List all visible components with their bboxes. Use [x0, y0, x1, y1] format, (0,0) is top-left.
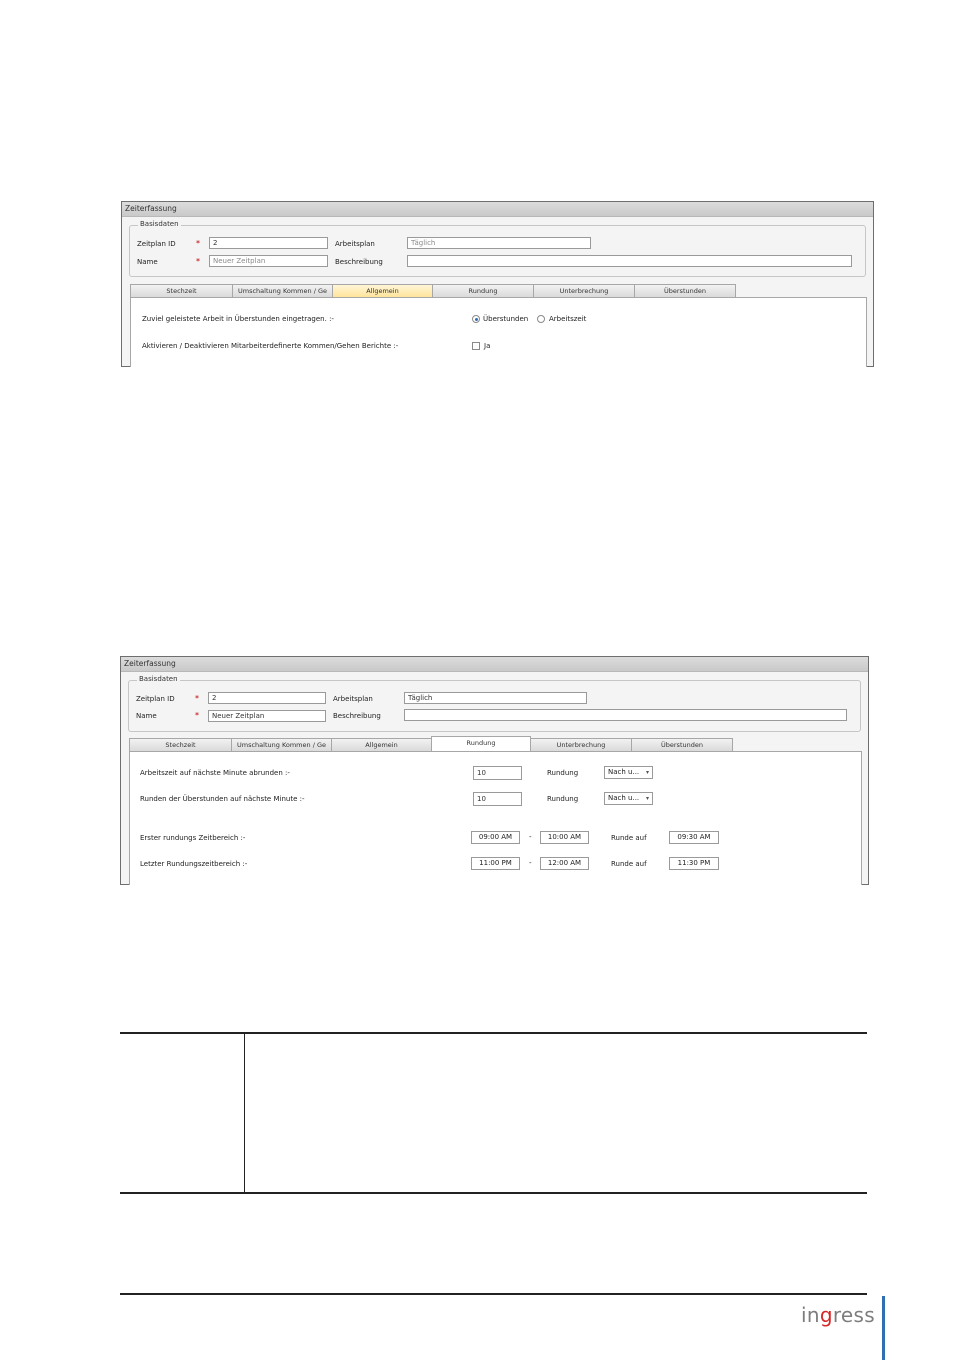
name-field[interactable]: Neuer Zeitplan: [209, 255, 328, 267]
erster-bis-time[interactable]: 10:00 AM: [540, 831, 589, 844]
required-mark: *: [195, 711, 199, 720]
tab-umschaltung[interactable]: Umschaltung Kommen / Ge: [231, 738, 332, 751]
group-legend: Basisdaten: [137, 675, 180, 683]
rundung-label: Rundung: [547, 795, 579, 803]
zeitplan-id-label: Zeitplan ID: [137, 240, 176, 248]
name-field[interactable]: Neuer Zeitplan: [208, 710, 326, 722]
rundung-dropdown-value: Nach u...: [608, 768, 640, 776]
tab-unterbrechung[interactable]: Unterbrechung: [530, 738, 632, 751]
arbeitsplan-field[interactable]: Täglich: [407, 237, 591, 249]
name-label: Name: [136, 712, 157, 720]
rundung-label: Rundung: [547, 769, 579, 777]
tab-stechzeit[interactable]: Stechzeit: [129, 738, 232, 751]
logo-accent: g: [819, 1303, 833, 1327]
erster-zeitbereich-label: Erster rundungs Zeitbereich :-: [140, 834, 246, 842]
beschreibung-field[interactable]: [404, 709, 847, 721]
runde-auf-label: Runde auf: [611, 834, 647, 842]
tab-ueberstunden[interactable]: Überstunden: [631, 738, 733, 751]
zeitplan-id-label: Zeitplan ID: [136, 695, 175, 703]
ja-checkbox-label[interactable]: Ja: [484, 342, 490, 350]
letzter-zeitbereich-label: Letzter Rundungszeitbereich :-: [140, 860, 248, 868]
ueberstunden-runden-label: Runden der Überstunden auf nächste Minut…: [140, 795, 305, 803]
zeiterfassung-panel-allgemein: Zeiterfassung Basisdaten Zeitplan ID * 2…: [121, 201, 874, 367]
ingress-logo: ingress: [801, 1303, 875, 1327]
tab-bar: Stechzeit Umschaltung Kommen / Ge Allgem…: [130, 284, 740, 297]
basisdaten-group: Basisdaten: [129, 220, 866, 277]
ueberstunden-minute-field[interactable]: 10: [473, 792, 522, 806]
chevron-down-icon: ▾: [645, 795, 649, 802]
tab-allgemein[interactable]: Allgemein: [331, 738, 432, 751]
arbeitsplan-field[interactable]: Täglich: [404, 692, 587, 704]
range-separator: -: [529, 859, 532, 867]
required-mark: *: [196, 257, 200, 266]
erster-von-time[interactable]: 09:00 AM: [471, 831, 520, 844]
ja-checkbox[interactable]: [472, 342, 480, 350]
arbeitszeit-abrunden-label: Arbeitszeit auf nächste Minute abrunden …: [140, 769, 290, 777]
rundung-dropdown-value: Nach u...: [608, 794, 640, 802]
footer-accent-bar: [882, 1296, 885, 1360]
radio-ueberstunden[interactable]: [472, 315, 480, 323]
basisdaten-group: Basisdaten: [128, 675, 861, 732]
tab-rundung[interactable]: Rundung: [432, 284, 534, 297]
rundung-dropdown[interactable]: Nach u... ▾: [604, 792, 653, 805]
letzter-von-time[interactable]: 11:00 PM: [471, 857, 520, 870]
logo-text: in: [801, 1303, 820, 1327]
beschreibung-label: Beschreibung: [333, 712, 381, 720]
table-column-divider: [244, 1034, 245, 1192]
arbeitsplan-label: Arbeitsplan: [335, 240, 375, 248]
beschreibung-field[interactable]: [407, 255, 852, 267]
logo-text: ress: [832, 1303, 875, 1327]
zeiterfassung-panel-rundung: Zeiterfassung Basisdaten Zeitplan ID * 2…: [120, 656, 869, 885]
table-bottom-rule: [120, 1192, 867, 1194]
tab-allgemein[interactable]: Allgemein: [332, 284, 433, 297]
panel-title: Zeiterfassung: [122, 202, 873, 217]
table-top-rule: [120, 1032, 867, 1034]
tab-umschaltung[interactable]: Umschaltung Kommen / Ge: [232, 284, 333, 297]
tab-unterbrechung[interactable]: Unterbrechung: [533, 284, 635, 297]
zeitplan-id-field[interactable]: 2: [208, 692, 326, 704]
letzter-bis-time[interactable]: 12:00 AM: [540, 857, 589, 870]
radio-ueberstunden-label[interactable]: Überstunden: [483, 315, 528, 323]
rundung-dropdown[interactable]: Nach u... ▾: [604, 766, 653, 779]
arbeitsplan-label: Arbeitsplan: [333, 695, 373, 703]
required-mark: *: [195, 694, 199, 703]
tab-content-allgemein: Zuviel geleistete Arbeit in Überstunden …: [130, 297, 867, 367]
name-label: Name: [137, 258, 158, 266]
group-legend: Basisdaten: [138, 220, 181, 228]
footer-rule: [120, 1293, 867, 1295]
beschreibung-label: Beschreibung: [335, 258, 383, 266]
tab-ueberstunden[interactable]: Überstunden: [634, 284, 736, 297]
letzter-runde-auf-time[interactable]: 11:30 PM: [669, 857, 719, 870]
tab-content-rundung: Arbeitszeit auf nächste Minute abrunden …: [129, 751, 862, 885]
runde-auf-label: Runde auf: [611, 860, 647, 868]
arbeitszeit-minute-field[interactable]: 10: [473, 766, 522, 780]
radio-arbeitszeit-label[interactable]: Arbeitszeit: [549, 315, 586, 323]
tab-stechzeit[interactable]: Stechzeit: [130, 284, 233, 297]
zeitplan-id-field[interactable]: 2: [209, 237, 328, 249]
reports-label: Aktivieren / Deaktivieren Mitarbeiterdef…: [142, 342, 399, 350]
radio-arbeitszeit[interactable]: [537, 315, 545, 323]
panel-title: Zeiterfassung: [121, 657, 868, 672]
tab-bar: Stechzeit Umschaltung Kommen / Ge Allgem…: [129, 736, 739, 751]
required-mark: *: [196, 239, 200, 248]
tab-rundung[interactable]: Rundung: [431, 736, 531, 751]
erster-runde-auf-time[interactable]: 09:30 AM: [669, 831, 719, 844]
range-separator: -: [529, 833, 532, 841]
overtime-label: Zuviel geleistete Arbeit in Überstunden …: [142, 315, 334, 323]
chevron-down-icon: ▾: [645, 769, 649, 776]
